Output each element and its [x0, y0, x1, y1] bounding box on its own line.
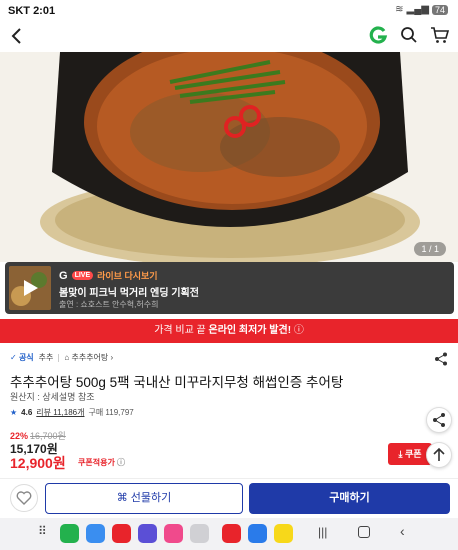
- live-replay-tag: 라이브 다시보기: [97, 271, 158, 281]
- product-title: 추추추어탕 500g 5팩 국내산 미꾸라지무청 해썹인증 추어탕: [10, 375, 344, 390]
- scroll-top-button[interactable]: [426, 442, 452, 468]
- star-icon: ★: [10, 408, 18, 417]
- gallery-app-icon[interactable]: [164, 524, 183, 543]
- review-count-link[interactable]: 리뷰 11,186개: [36, 407, 84, 418]
- live-title: 봄맞이 피크닉 먹거리 엔딩 기획전: [59, 288, 199, 299]
- phone-app-icon[interactable]: [60, 524, 79, 543]
- share-icon: [433, 413, 445, 427]
- purchase-bar: ⌘ 선물하기 구매하기: [0, 478, 458, 518]
- banner-prefix: 가격 비교 끝: [154, 325, 209, 336]
- share-float-button[interactable]: [426, 407, 452, 433]
- product-info: ✓ 공식 추추 ⌂ 추추추어탕 › 추추추어탕 500g 5팩 국내산 미꾸라지…: [0, 343, 458, 478]
- lowest-price-banner[interactable]: 가격 비교 끝 온라인 최저가 발견! ⓘ: [0, 319, 458, 343]
- kakaotalk-app-icon[interactable]: [274, 524, 293, 543]
- coupon-price-label: 쿠폰적용가 ⓘ: [78, 458, 126, 467]
- rating-score: 4.6: [21, 408, 33, 417]
- share-icon[interactable]: [434, 352, 448, 366]
- official-badge: ✓ 공식: [10, 353, 34, 362]
- coupon-info-icon: ⓘ: [117, 458, 126, 467]
- live-brand-logo: G: [59, 269, 68, 282]
- arrow-up-icon: [433, 447, 445, 461]
- search-icon[interactable]: [400, 26, 418, 44]
- brand-link[interactable]: ⌂ 추추추어탕 ›: [64, 352, 113, 363]
- back-nav-icon[interactable]: ‹: [400, 523, 405, 539]
- product-image[interactable]: 1 / 1: [0, 52, 458, 262]
- internet-app-icon[interactable]: [138, 524, 157, 543]
- flipboard-app-icon[interactable]: [112, 524, 131, 543]
- wishlist-button[interactable]: [10, 484, 38, 512]
- seller-row: ✓ 공식 추추 ⌂ 추추추어탕 ›: [10, 352, 113, 363]
- r-app-icon[interactable]: [248, 524, 267, 543]
- wifi-icon: ≋: [395, 4, 404, 15]
- purchase-count: 구매 119,797: [88, 408, 134, 417]
- live-thumbnail: [9, 266, 51, 310]
- info-icon: ⓘ: [293, 325, 304, 336]
- chueotang-bowl-image: [0, 52, 458, 262]
- gift-button[interactable]: ⌘ 선물하기: [45, 483, 243, 514]
- seller-name[interactable]: 추추: [39, 352, 54, 363]
- image-pager: 1 / 1: [414, 242, 446, 256]
- rating-row: ★ 4.6 리뷰 11,186개 구매 119,797: [10, 407, 134, 418]
- app-drawer-icon[interactable]: ⠿: [38, 524, 47, 538]
- gift-icon: ⌘: [116, 492, 128, 504]
- live-replay-banner[interactable]: G LIVE 라이브 다시보기 봄맞이 피크닉 먹거리 엔딩 기획전 출연 : …: [5, 262, 454, 314]
- top-navigation: [0, 22, 458, 52]
- signal-icon: ▂▄▆: [406, 4, 429, 15]
- heart-icon: [16, 491, 32, 505]
- battery-icon: 74: [431, 4, 448, 15]
- back-arrow-icon[interactable]: [8, 27, 26, 45]
- cart-icon[interactable]: [430, 26, 450, 44]
- youtube-app-icon[interactable]: [222, 524, 241, 543]
- coupon-price: 12,900원: [10, 455, 66, 471]
- live-cast: 출연 : 쇼호스트 안수혁,허수희: [59, 300, 159, 309]
- gmarket-logo-icon[interactable]: [368, 25, 388, 45]
- carrier-time: SKT 2:01: [8, 5, 56, 17]
- status-bar: SKT 2:01 ≋ ▂▄▆ 74: [0, 0, 458, 22]
- live-badge: LIVE: [71, 271, 94, 280]
- divider: [58, 353, 60, 362]
- banner-highlight: 온라인 최저가 발견!: [208, 325, 292, 336]
- status-icons: ≋ ▂▄▆ 74: [395, 4, 448, 15]
- camera-app-icon[interactable]: [190, 524, 209, 543]
- recent-apps-icon[interactable]: |||: [318, 525, 327, 539]
- origin-text: 원산지 : 상세설명 참조: [10, 392, 95, 402]
- messages-app-icon[interactable]: [86, 524, 105, 543]
- home-icon[interactable]: [358, 526, 370, 538]
- system-dock: ⠿ ||| ‹: [0, 518, 458, 550]
- buy-button[interactable]: 구매하기: [249, 483, 450, 514]
- live-header: G LIVE 라이브 다시보기: [59, 269, 158, 282]
